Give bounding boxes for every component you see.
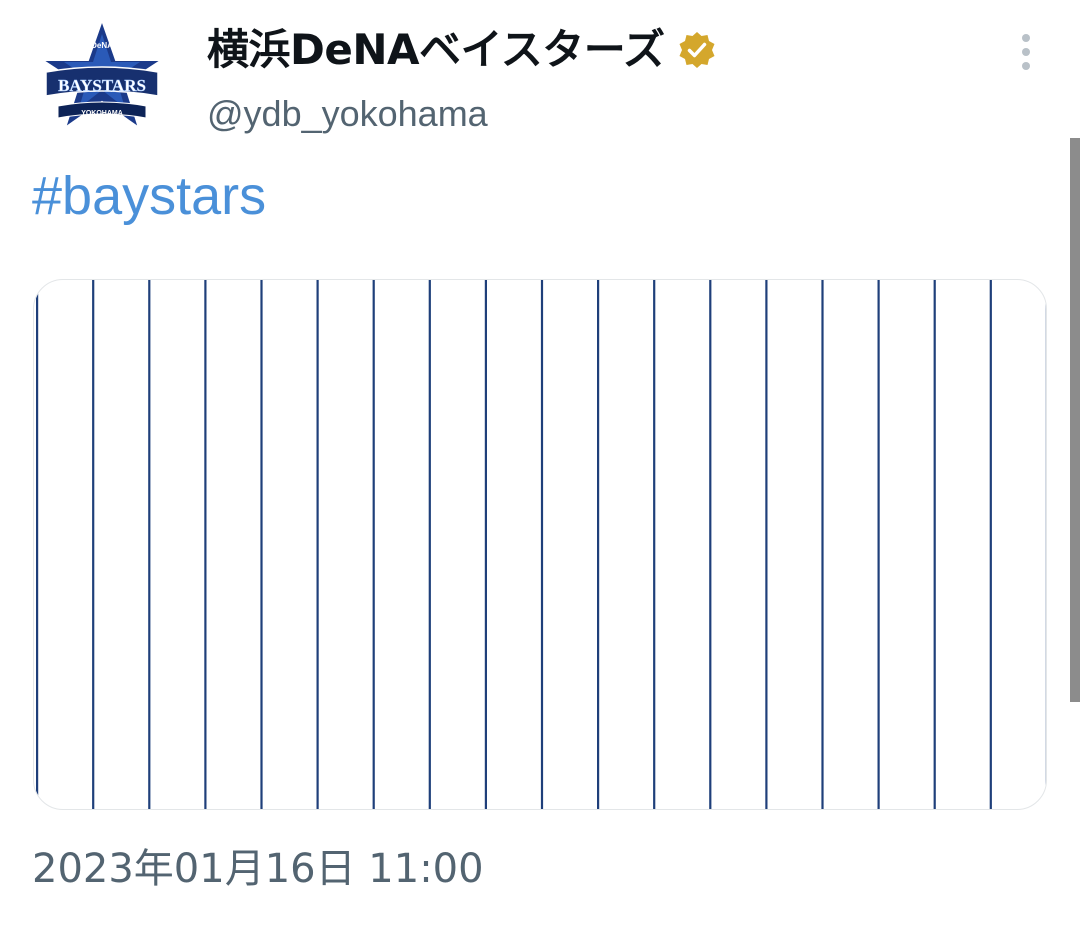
pinstripe-pattern: [36, 280, 1046, 809]
pinstripe-line: [372, 280, 375, 809]
pinstripe-line: [36, 280, 39, 809]
logo-top-text: DeNA: [91, 41, 113, 50]
pinstripe-line: [260, 280, 263, 809]
tweet-timestamp[interactable]: 2023年01月16日 11:00: [32, 844, 484, 894]
hashtag-link[interactable]: #baystars: [32, 164, 266, 228]
pinstripe-line: [709, 280, 712, 809]
more-button[interactable]: [1008, 30, 1044, 74]
pinstripe-line: [428, 280, 431, 809]
logo-bottom-text: YOKOHAMA: [81, 110, 123, 117]
display-name[interactable]: 横浜DeNAベイスターズ: [207, 24, 717, 76]
pinstripe-line: [148, 280, 151, 809]
logo-main-text: BAYSTARS: [58, 76, 146, 95]
pinstripe-line: [316, 280, 319, 809]
pinstripe-line: [877, 280, 880, 809]
handle[interactable]: @ydb_yokohama: [207, 92, 488, 136]
tweet-media-image[interactable]: [33, 279, 1047, 810]
avatar[interactable]: DeNA BAYSTARS YOKOHAMA: [36, 16, 168, 142]
pinstripe-line: [92, 280, 95, 809]
pinstripe-line: [484, 280, 487, 809]
pinstripe-line: [597, 280, 600, 809]
baystars-logo-icon: DeNA BAYSTARS YOKOHAMA: [38, 16, 166, 131]
pinstripe-line: [989, 280, 992, 809]
verified-badge-icon: [677, 30, 717, 70]
scrollbar[interactable]: [1070, 138, 1080, 702]
pinstripe-line: [821, 280, 824, 809]
pinstripe-line: [540, 280, 544, 809]
pinstripe-line: [933, 280, 936, 809]
more-vertical-icon: [1022, 34, 1030, 70]
pinstripe-line: [653, 280, 656, 809]
pinstripe-line: [204, 280, 207, 809]
pinstripe-line: [1045, 280, 1046, 809]
display-name-text: 横浜DeNAベイスターズ: [207, 25, 665, 74]
pinstripe-line: [765, 280, 768, 809]
